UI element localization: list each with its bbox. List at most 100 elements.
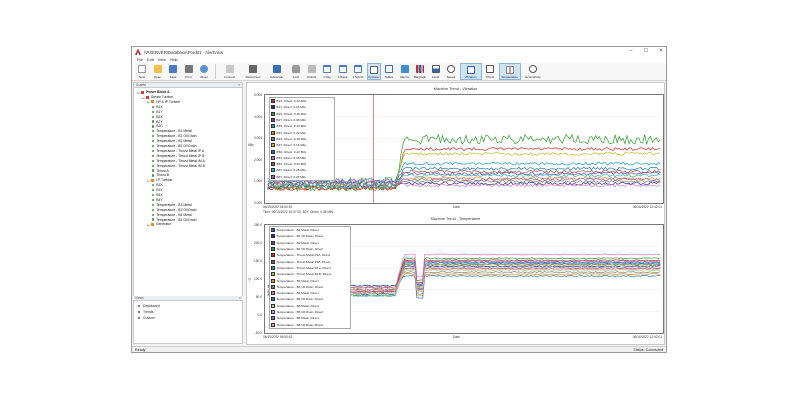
tree-item[interactable]: ⊟ LP Turbine	[147, 178, 172, 183]
legend-entry[interactable]: B6Y, Direct: 0.26 Mils	[270, 174, 334, 180]
legend-swatch	[271, 155, 275, 160]
tree-item[interactable]: Temperature - B2 Oil Drain	[152, 144, 197, 148]
print-button[interactable]: Print	[182, 63, 196, 80]
tree-item[interactable]: ⊟ Power Block A	[137, 90, 170, 95]
tree-item[interactable]: ⊟ Steam Turbine	[142, 95, 173, 100]
unlock-button[interactable]: Unlock	[305, 63, 319, 80]
lock-button[interactable]: Lock	[289, 63, 303, 80]
tree-item[interactable]: B3Y	[152, 188, 163, 192]
one-week-button[interactable]: 1 Week	[336, 63, 350, 80]
view-custom[interactable]: Custom	[138, 316, 155, 320]
expand-icon[interactable]: ⊟	[147, 100, 150, 104]
legend-label: Temperature - B2 Oil Drain, Direct	[276, 247, 324, 252]
tree-item[interactable]: Temperature - B3 Metal	[152, 203, 192, 207]
tree-item[interactable]: Thrust A	[152, 168, 169, 173]
temperature-button[interactable]: Temperature	[498, 63, 521, 80]
asset-status-icon	[141, 90, 144, 94]
save-button[interactable]: Save	[166, 63, 180, 80]
app-logo-icon	[135, 49, 141, 55]
menu-view[interactable]: View	[158, 58, 166, 62]
tree-item[interactable]: Temperature - Thrust Metal IM A	[152, 159, 205, 163]
expand-icon[interactable]: ⊟	[147, 223, 150, 227]
views-close-icon[interactable]: ×	[239, 296, 241, 300]
tree-item-label: Temperature - B4 Oil Drain	[156, 217, 197, 222]
eccentricity-button[interactable]: Eccentricity	[522, 63, 544, 80]
tree-item[interactable]: Temperature - Thrust Metal IM B	[152, 164, 205, 168]
vibration-button[interactable]: Vibration	[459, 63, 482, 80]
legend-label: B2Y, Direct: 0.38 Mils	[276, 118, 306, 123]
new-button[interactable]: New	[135, 63, 149, 80]
menu-edit[interactable]: Edit	[147, 58, 154, 62]
tree-item[interactable]: Thrust B	[152, 173, 169, 177]
expand-icon[interactable]: ⊟	[147, 179, 150, 183]
open-button[interactable]: Open	[151, 63, 165, 80]
speed-button[interactable]: Speed	[444, 63, 458, 80]
toolbar: New Open Save Print About Connect Discon…	[132, 63, 666, 81]
temperature-x-label: Date	[453, 335, 460, 339]
tree-item[interactable]: Temperature - B3 Oil Drain	[152, 208, 197, 212]
about-button[interactable]: About	[197, 63, 211, 80]
legend-label: Temperature - B1 Oil Drain, Direct	[276, 234, 324, 239]
tree-item-label: Temperature - B3 Oil Drain	[156, 207, 197, 212]
legend-label: Temperature - B3 Oil Drain, Direct	[276, 284, 324, 289]
tree-item-label: Temperature - B4 Metal	[156, 212, 192, 217]
alarms-button[interactable]: Alarms	[398, 63, 412, 80]
tree-item[interactable]: B1Y	[152, 110, 163, 114]
close-button[interactable]: ✕	[658, 48, 664, 54]
asset-status-icon	[151, 222, 154, 226]
disconnect-icon	[249, 65, 257, 73]
week-icon	[338, 65, 347, 73]
asset-status-icon	[152, 164, 155, 167]
autoscale-button[interactable]: Autoscale	[266, 63, 288, 80]
level-button[interactable]: Level	[429, 63, 443, 80]
bargraph-button[interactable]: Bargraph	[413, 63, 427, 80]
temperature-x-end: 06/16/2022 12:42:01	[632, 335, 662, 339]
asset-status-icon	[152, 208, 155, 211]
menu-file[interactable]: File	[137, 58, 143, 62]
legend-swatch	[271, 118, 275, 123]
one-month-button[interactable]: 1 Month	[351, 63, 365, 80]
legend-label: B1Y, Direct: 0.24 Mils	[276, 105, 306, 110]
tree-item[interactable]: ⊟ HP & IP Turbine	[147, 100, 180, 105]
expand-icon[interactable]: ⊟	[137, 91, 140, 95]
tree-item[interactable]: B2Y	[152, 119, 163, 124]
tree-item[interactable]: Temperature - B1 Oil Drain	[152, 134, 197, 138]
thrust-icon	[486, 65, 494, 73]
tree-item[interactable]: Temperature - Thrust Metal IP A	[152, 149, 204, 153]
unlock-icon	[307, 65, 316, 73]
disconnect-button[interactable]: Disconnect	[242, 63, 264, 80]
tree-item[interactable]: ⊟ Generator	[147, 222, 171, 227]
tree-item[interactable]: Temperature - Thrust Metal IP B	[152, 154, 204, 158]
view-trends[interactable]: Trends	[138, 310, 153, 314]
legend-swatch	[271, 99, 275, 104]
tree-item[interactable]: B1X	[152, 105, 163, 109]
tree-item[interactable]: Temperature - B2 Metal	[152, 139, 192, 143]
alarms-icon	[400, 65, 409, 73]
tree-item[interactable]: B3X	[152, 183, 163, 187]
tree-item[interactable]: Temperature - B1 Metal	[152, 129, 192, 133]
legend-entry[interactable]: Temperature - B6 Oil Drain, Direct	[270, 321, 350, 327]
cyclone-button[interactable]: Cyclone	[366, 63, 381, 80]
pane-close-icon[interactable]: ×	[238, 83, 240, 87]
tree-item[interactable]: B4Y	[152, 198, 163, 202]
tree-item[interactable]: Temperature - B4 Metal	[152, 213, 192, 217]
thrust-button[interactable]: Thrust	[483, 63, 497, 80]
minimize-button[interactable]: –	[628, 48, 634, 54]
about-icon	[200, 65, 208, 73]
view-label: Dashboard	[143, 304, 160, 308]
tables-button[interactable]: Tables	[382, 63, 396, 80]
tree-item[interactable]: Temperature - B4 Oil Drain	[152, 217, 197, 222]
asset-status-icon	[152, 130, 155, 133]
one-day-button[interactable]: 1 Day	[320, 63, 334, 80]
view-dashboard[interactable]: Dashboard	[138, 304, 160, 308]
tree-item[interactable]: B2C	[152, 124, 163, 128]
status-left: Ready	[135, 347, 146, 352]
expand-icon[interactable]: ⊟	[142, 96, 145, 100]
legend-swatch	[271, 240, 275, 245]
maximize-button[interactable]: ☐	[643, 48, 649, 54]
legend-label: Temperature - B6 Metal, Direct	[276, 316, 319, 321]
tree-item[interactable]: B2X	[152, 115, 163, 119]
menu-help[interactable]: Help	[170, 58, 178, 62]
tree-item[interactable]: B4X	[152, 193, 163, 197]
connect-button[interactable]: Connect	[219, 63, 241, 80]
